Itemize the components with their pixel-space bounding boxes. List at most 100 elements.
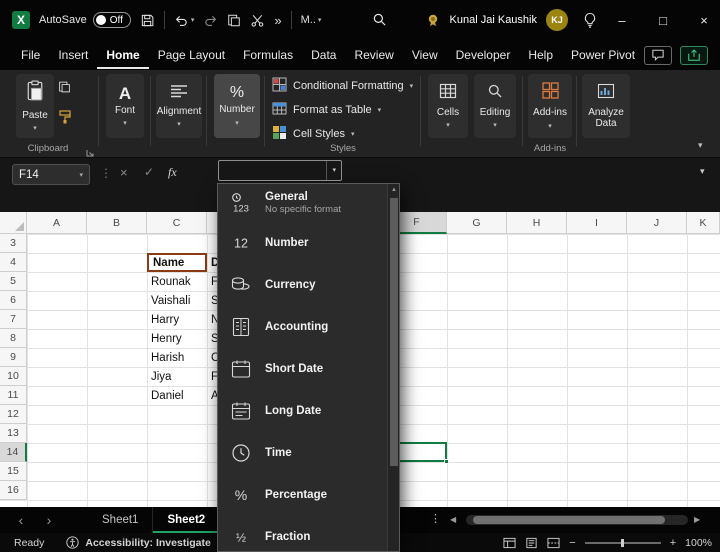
cut-button[interactable] — [250, 13, 265, 28]
number-group-button[interactable]: % Number ▾ — [214, 74, 260, 138]
menu-tab-insert[interactable]: Insert — [49, 41, 97, 69]
row-header-16[interactable]: 16 — [0, 481, 27, 500]
copy-button[interactable] — [227, 13, 241, 28]
page-break-view-icon[interactable] — [547, 537, 560, 549]
copy-small-button[interactable] — [58, 80, 71, 94]
collapse-ribbon-icon[interactable]: ▾ — [698, 140, 703, 151]
sheet-nav-right-icon[interactable]: › — [36, 507, 62, 533]
close-button[interactable]: × — [688, 0, 720, 40]
name-box[interactable]: F14 ▾ — [12, 164, 90, 185]
user-name[interactable]: Kunal Jai Kaushik — [450, 14, 537, 26]
column-header-b[interactable]: B — [87, 212, 147, 234]
number-format-combobox[interactable]: ▾ — [218, 160, 342, 181]
cell-c8[interactable]: Henry — [147, 329, 207, 348]
cell-c10[interactable]: Jiya — [147, 367, 207, 386]
zoom-in-icon[interactable]: + — [670, 537, 676, 549]
analyze-data-button[interactable]: Analyze Data — [582, 74, 630, 138]
cell-c6[interactable]: Vaishali — [147, 291, 207, 310]
format-painter-icon[interactable] — [58, 110, 72, 124]
comments-button[interactable] — [644, 45, 673, 65]
format-option-general[interactable]: 123 General No specific format — [218, 184, 399, 222]
more-commands-icon[interactable]: » — [274, 14, 281, 27]
cancel-entry-icon[interactable]: × — [120, 165, 128, 180]
editing-group-button[interactable]: Editing ▾ — [474, 74, 516, 138]
zoom-slider[interactable] — [584, 538, 661, 547]
alignment-group-button[interactable]: Alignment ▾ — [156, 74, 202, 138]
sheet-nav-left-icon[interactable]: ‹ — [8, 507, 34, 533]
font-group-button[interactable]: A Font ▾ — [106, 74, 144, 138]
cell-c7[interactable]: Harry — [147, 310, 207, 329]
format-option-currency[interactable]: Currency — [218, 264, 399, 306]
cells-group-button[interactable]: Cells ▾ — [428, 74, 468, 138]
save-button[interactable] — [140, 13, 155, 28]
row-header-11[interactable]: 11 — [0, 386, 27, 405]
page-layout-view-icon[interactable] — [525, 537, 538, 549]
row-header-6[interactable]: 6 — [0, 291, 27, 310]
menu-tab-power-pivot[interactable]: Power Pivot — [562, 41, 644, 69]
horizontal-scrollbar[interactable] — [466, 515, 688, 525]
row-header-15[interactable]: 15 — [0, 462, 27, 481]
cell-styles-button[interactable]: Cell Styles ▾ — [272, 124, 354, 144]
format-option-long-date[interactable]: Long Date — [218, 390, 399, 432]
menu-tab-review[interactable]: Review — [345, 41, 402, 69]
menu-tab-developer[interactable]: Developer — [447, 41, 520, 69]
dropdown-scrollbar[interactable]: ▲ — [387, 184, 399, 551]
horizontal-scrollbar-thumb[interactable] — [473, 516, 665, 524]
minimize-button[interactable]: – — [606, 0, 638, 40]
autosave-control[interactable]: AutoSave Off — [39, 12, 131, 28]
menu-tab-page-layout[interactable]: Page Layout — [149, 41, 234, 69]
column-header-c[interactable]: C — [147, 212, 207, 234]
format-option-fraction[interactable]: ½ Fraction — [218, 516, 399, 551]
lightbulb-icon[interactable] — [583, 12, 597, 28]
format-as-table-button[interactable]: Format as Table ▾ — [272, 100, 381, 120]
cell-c9[interactable]: Harish — [147, 348, 207, 367]
zoom-level[interactable]: 100% — [685, 537, 712, 549]
row-header-4[interactable]: 4 — [0, 253, 27, 272]
column-header-j[interactable]: J — [627, 212, 687, 234]
expand-formula-bar-icon[interactable]: ▾ — [700, 166, 705, 177]
fill-handle[interactable] — [444, 459, 449, 464]
search-button[interactable] — [372, 12, 387, 32]
cell-c11[interactable]: Daniel — [147, 386, 207, 405]
select-all-corner[interactable] — [0, 212, 27, 234]
scroll-up-icon[interactable]: ▲ — [391, 187, 397, 193]
hscroll-left-icon[interactable]: ◀ — [450, 515, 456, 524]
column-header-h[interactable]: H — [507, 212, 567, 234]
menu-tab-data[interactable]: Data — [302, 41, 345, 69]
menu-tab-file[interactable]: File — [12, 41, 49, 69]
cell-c5[interactable]: Rounak — [147, 272, 207, 291]
row-header-10[interactable]: 10 — [0, 367, 27, 386]
undo-button[interactable]: ▾ — [174, 13, 194, 28]
column-header-a[interactable]: A — [27, 212, 87, 234]
autosave-toggle[interactable]: Off — [92, 12, 131, 28]
tab-options-kebab-icon[interactable]: ⋮ — [430, 512, 441, 525]
redo-button[interactable] — [203, 13, 218, 28]
avatar[interactable]: KJ — [546, 9, 568, 31]
row-header-3[interactable]: 3 — [0, 234, 27, 253]
cell-c4[interactable]: Name — [147, 253, 207, 272]
row-header-5[interactable]: 5 — [0, 272, 27, 291]
accessibility-status[interactable]: Accessibility: Investigate — [85, 537, 210, 549]
sheet-tab-sheet2[interactable]: Sheet2 — [153, 507, 221, 533]
zoom-slider-knob[interactable] — [620, 538, 624, 547]
paste-button[interactable]: Paste ▾ — [16, 74, 54, 138]
maximize-button[interactable]: □ — [647, 0, 679, 40]
format-option-percentage[interactable]: % Percentage — [218, 474, 399, 516]
insert-function-icon[interactable]: fx — [168, 165, 177, 180]
format-option-number[interactable]: 12 Number — [218, 222, 399, 264]
normal-view-icon[interactable] — [503, 537, 516, 549]
column-header-k[interactable]: K — [687, 212, 720, 234]
menu-tab-help[interactable]: Help — [519, 41, 562, 69]
row-header-13[interactable]: 13 — [0, 424, 27, 443]
mode-menu[interactable]: M.. ▾ — [301, 14, 322, 26]
menu-tab-formulas[interactable]: Formulas — [234, 41, 302, 69]
conditional-formatting-button[interactable]: Conditional Formatting ▾ — [272, 76, 413, 96]
format-option-time[interactable]: Time — [218, 432, 399, 474]
row-header-12[interactable]: 12 — [0, 405, 27, 424]
hscroll-right-icon[interactable]: ▶ — [694, 515, 700, 524]
row-header-7[interactable]: 7 — [0, 310, 27, 329]
scrollbar-thumb[interactable] — [389, 198, 398, 466]
confirm-entry-icon[interactable]: ✓ — [144, 165, 154, 179]
column-header-i[interactable]: I — [567, 212, 627, 234]
row-header-9[interactable]: 9 — [0, 348, 27, 367]
